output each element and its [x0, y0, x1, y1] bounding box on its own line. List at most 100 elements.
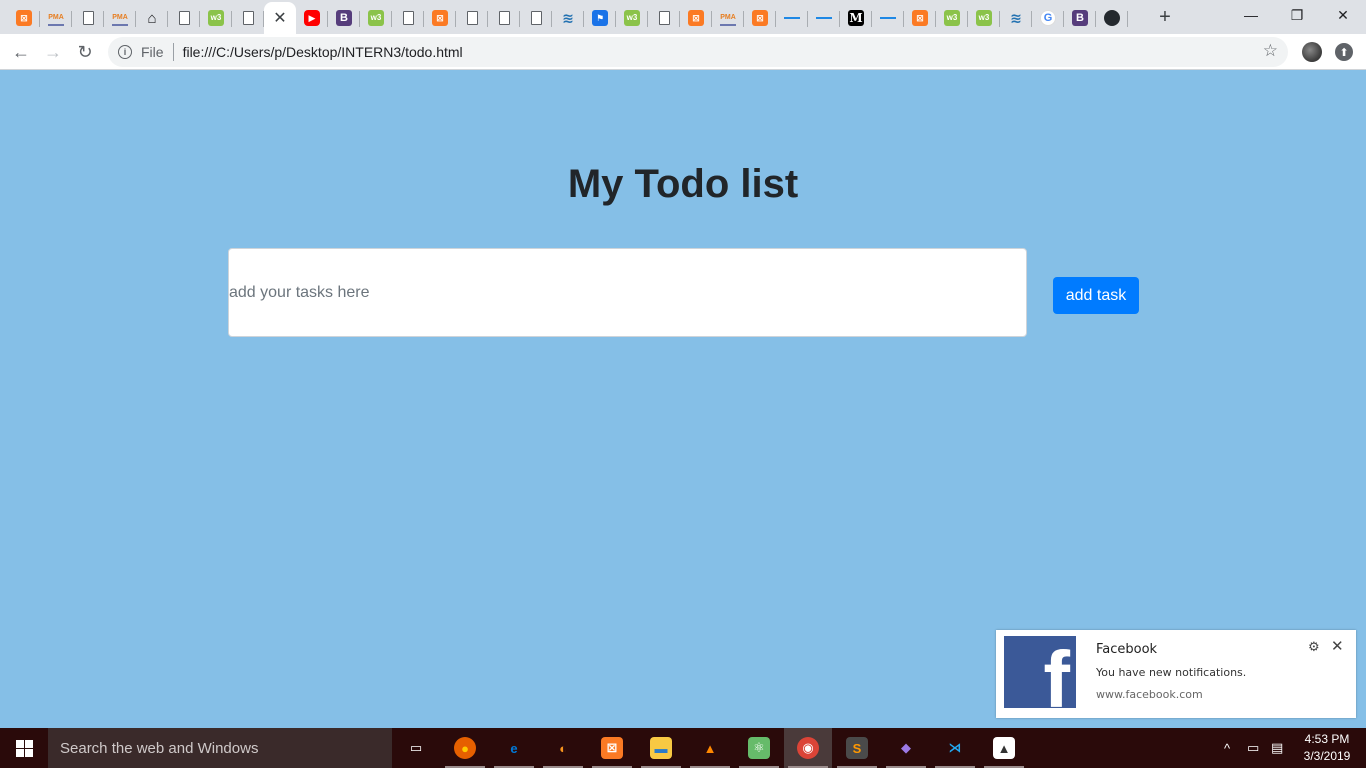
- browser-tab[interactable]: ⊠: [680, 4, 712, 32]
- youtube-icon: ▶: [304, 10, 320, 26]
- browser-tab[interactable]: PMA: [104, 4, 136, 32]
- browser-tab[interactable]: [520, 4, 552, 32]
- scheme-label: File: [141, 44, 164, 60]
- system-clock[interactable]: 4:53 PM 3/3/2019: [1298, 731, 1356, 765]
- xampp-icon: ⊠: [688, 10, 704, 26]
- taskbar-app[interactable]: e: [490, 728, 538, 768]
- w3schools-icon: w3: [208, 10, 224, 26]
- action-center-icon[interactable]: ▤: [1271, 728, 1283, 768]
- battery-icon[interactable]: ▭: [1247, 728, 1259, 768]
- browser-tab[interactable]: PMA: [712, 4, 744, 32]
- browser-tab[interactable]: [392, 4, 424, 32]
- taskbar-app[interactable]: ▭: [392, 728, 440, 768]
- browser-tab[interactable]: [168, 4, 200, 32]
- clock-time: 4:53 PM: [1304, 732, 1350, 746]
- browser-tab[interactable]: [488, 4, 520, 32]
- browser-tab[interactable]: B: [1064, 4, 1096, 32]
- taskbar-app[interactable]: ⊠: [588, 728, 636, 768]
- taskbar-app[interactable]: S: [833, 728, 881, 768]
- page-icon: [82, 11, 94, 25]
- minimize-button[interactable]: —: [1228, 0, 1274, 30]
- browser-tab[interactable]: ⚑: [584, 4, 616, 32]
- browser-tab[interactable]: w3: [360, 4, 392, 32]
- browser-tab[interactable]: ≋: [1000, 4, 1032, 32]
- lines-icon: [816, 10, 832, 26]
- taskbar-app[interactable]: ◐: [539, 728, 587, 768]
- restore-button[interactable]: ❐: [1274, 0, 1320, 30]
- browser-tab[interactable]: ⊠: [8, 4, 40, 32]
- browser-tab[interactable]: ⊠: [904, 4, 936, 32]
- settings-gear-icon[interactable]: ⚙: [1308, 639, 1320, 655]
- taskbar-app[interactable]: ⋊: [931, 728, 979, 768]
- xampp-icon: ⊠: [752, 10, 768, 26]
- url-text[interactable]: file:///C:/Users/p/Desktop/INTERN3/todo.…: [183, 44, 463, 60]
- bootstrap-icon: B: [1072, 10, 1088, 26]
- windows-logo-icon: [15, 739, 33, 757]
- browser-tab[interactable]: ⊠: [424, 4, 456, 32]
- browser-tab[interactable]: ▶: [296, 4, 328, 32]
- atom-icon: ⚛: [748, 737, 770, 759]
- browser-tab[interactable]: ⊠: [744, 4, 776, 32]
- browser-tab[interactable]: M: [840, 4, 872, 32]
- taskbar-app[interactable]: ▬: [637, 728, 685, 768]
- info-icon[interactable]: i: [118, 45, 132, 59]
- reload-button[interactable]: ↻: [72, 39, 98, 65]
- browser-tab[interactable]: [1096, 4, 1128, 32]
- taskbar-app[interactable]: ⚛: [735, 728, 783, 768]
- clock-date: 3/3/2019: [1303, 749, 1351, 763]
- browser-tab[interactable]: G: [1032, 4, 1064, 32]
- browser-tab[interactable]: w3: [968, 4, 1000, 32]
- task-view-icon: ▭: [409, 740, 423, 755]
- taskbar-app[interactable]: ●: [441, 728, 489, 768]
- eclipse-icon: ◐: [559, 740, 567, 756]
- google-icon: G: [1040, 10, 1056, 26]
- tab-active[interactable]: ✕: [264, 2, 296, 34]
- browser-tab[interactable]: [72, 4, 104, 32]
- notification-close-icon[interactable]: ✕: [1331, 637, 1344, 655]
- browser-tab[interactable]: [872, 4, 904, 32]
- browser-tab[interactable]: [456, 4, 488, 32]
- taskbar-app[interactable]: ▲: [686, 728, 734, 768]
- page-icon: [658, 11, 670, 25]
- taskbar-app[interactable]: ◉: [784, 728, 832, 768]
- browser-tab[interactable]: PMA: [40, 4, 72, 32]
- browser-tab[interactable]: w3: [936, 4, 968, 32]
- browser-tab[interactable]: ≋: [552, 4, 584, 32]
- back-button[interactable]: ←: [8, 39, 34, 65]
- profile-avatar[interactable]: [1302, 42, 1322, 62]
- taskbar-app[interactable]: ◆: [882, 728, 930, 768]
- notification-toast[interactable]: f Facebook You have new notifications. w…: [996, 630, 1356, 718]
- close-icon[interactable]: ✕: [273, 8, 286, 28]
- page-icon: [242, 11, 254, 25]
- edge-icon: e: [510, 740, 518, 756]
- divider: [172, 43, 174, 61]
- phpmyadmin-icon: PMA: [720, 10, 736, 26]
- forward-button[interactable]: →: [40, 39, 66, 65]
- taskbar-search-input[interactable]: Search the web and Windows: [48, 728, 392, 768]
- browser-tab[interactable]: w3: [616, 4, 648, 32]
- bookmark-star-icon[interactable]: ☆: [1263, 41, 1278, 61]
- browser-tab[interactable]: [776, 4, 808, 32]
- chrome-icon: ◉: [797, 737, 819, 759]
- browser-tab[interactable]: B: [328, 4, 360, 32]
- browser-tab[interactable]: [808, 4, 840, 32]
- browser-tab[interactable]: w3: [200, 4, 232, 32]
- browser-tab[interactable]: [648, 4, 680, 32]
- window-close-button[interactable]: ✕: [1320, 0, 1366, 30]
- taskbar-app[interactable]: ▲: [980, 728, 1028, 768]
- address-bar[interactable]: i File file:///C:/Users/p/Desktop/INTERN…: [108, 37, 1288, 67]
- new-tab-button[interactable]: +: [1153, 5, 1177, 29]
- browser-tab[interactable]: [232, 4, 264, 32]
- browser-toolbar: ← → ↻ i File file:///C:/Users/p/Desktop/…: [0, 34, 1366, 70]
- start-button[interactable]: [0, 728, 48, 768]
- lines-icon: [880, 10, 896, 26]
- add-task-button[interactable]: add task: [1053, 277, 1139, 314]
- wordpress-icon: ≋: [1010, 10, 1022, 26]
- browser-tab[interactable]: ⌂: [136, 4, 168, 32]
- git-icon: ◆: [901, 740, 911, 755]
- notification-source: www.facebook.com: [1096, 688, 1203, 701]
- task-input[interactable]: [228, 248, 1027, 337]
- update-icon[interactable]: ⬆: [1335, 43, 1353, 61]
- notification-title: Facebook: [1096, 642, 1158, 657]
- tray-chevron-icon[interactable]: ^: [1224, 728, 1230, 768]
